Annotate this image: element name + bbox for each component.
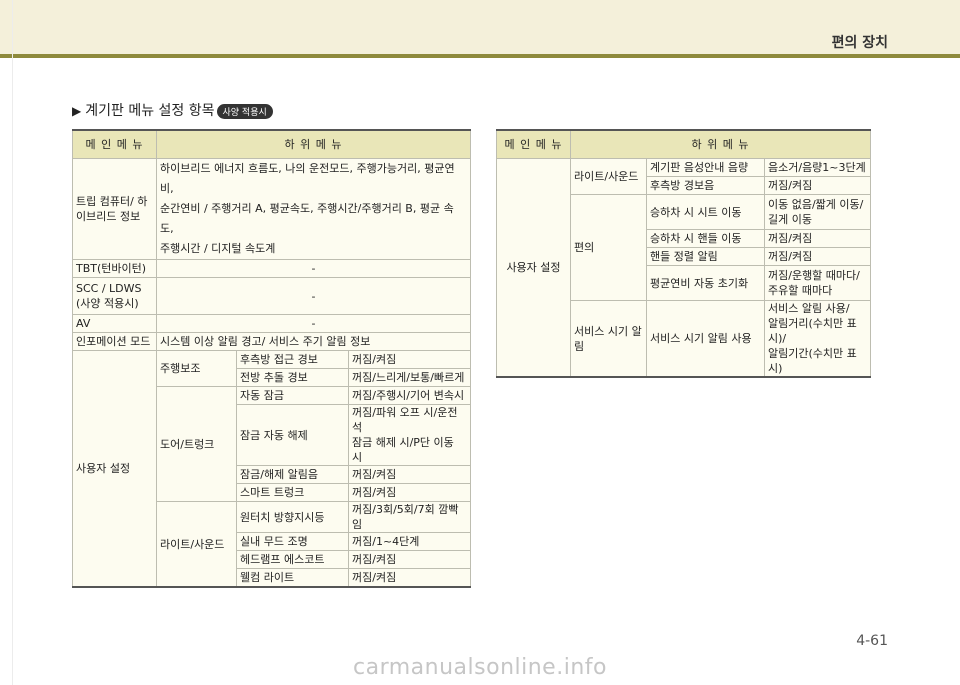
tbt-sub: -: [155, 259, 472, 278]
header-rule: [0, 54, 960, 58]
menu-table-right: 메 인 메 뉴 하 위 메 뉴 사용자 설정 라이트/사운드 계기판 음성안내 …: [496, 129, 872, 378]
col-main-menu: 메 인 메 뉴: [72, 129, 157, 159]
trip-sub-cell: 하이브리드 에너지 흐름도, 나의 운전모드, 주행가능거리, 평균연비, 순간…: [155, 158, 472, 260]
item-cell: 후측방 경보음: [646, 176, 765, 195]
group-light: 라이트/사운드: [570, 158, 647, 195]
group-convenience: 편의: [570, 194, 647, 301]
group-door: 도어/트렁크: [156, 386, 237, 502]
item-cell: 평균연비 자동 초기화: [646, 265, 765, 301]
col-sub-menu: 하 위 메 뉴: [569, 129, 872, 159]
value-line: 길게 이동: [768, 213, 812, 226]
value-line: 알림거리(수치만 표시)/: [768, 317, 857, 345]
value-line: 이동 없음/짧게 이동/: [768, 198, 864, 211]
value-cell: 꺼짐/켜짐: [347, 550, 472, 569]
value-cell: 서비스 알림 사용/ 알림거리(수치만 표시)/ 알림기간(수치만 표시): [763, 300, 872, 378]
item-cell: 잠금 자동 해제: [236, 404, 349, 466]
value-line: 꺼짐/파워 오프 시/운전석: [352, 406, 458, 434]
table-row: 사용자 설정 주행보조 후측방 접근 경보 꺼짐/켜짐: [72, 350, 472, 588]
main-menu-av: AV: [72, 314, 157, 333]
value-cell: 꺼짐/켜짐: [763, 229, 872, 248]
watermark: carmanualsonline.info: [353, 655, 607, 680]
table-row: AV -: [72, 314, 472, 333]
item-cell: 헤드램프 에스코트: [236, 550, 349, 569]
value-line: 알림기간(수치만 표시): [768, 347, 857, 375]
item-cell: 승하차 시 핸들 이동: [646, 229, 765, 248]
col-main-menu: 메 인 메 뉴: [496, 129, 571, 159]
item-cell: 실내 무드 조명: [236, 532, 349, 551]
group-driving: 주행보조: [156, 350, 237, 387]
item-cell: 웰컴 라이트: [236, 568, 349, 588]
item-cell: 전방 추돌 경보: [236, 368, 349, 387]
table-row: SCC / LDWS (사양 적용시) -: [72, 277, 472, 315]
value-line: 서비스 알림 사용/: [768, 302, 850, 315]
triangle-bullet-icon: ▶: [72, 104, 82, 118]
trip-line: 하이브리드 에너지 흐름도, 나의 운전모드, 주행가능거리, 평균연비,: [160, 162, 455, 195]
item-cell: 원터치 방향지시등: [236, 501, 349, 533]
section-title-text: 계기판 메뉴 설정 항목: [85, 103, 215, 119]
table-row: TBT(턴바이턴) -: [72, 259, 472, 278]
section-title: ▶ 계기판 메뉴 설정 항목 사양 적용시: [72, 100, 273, 120]
trip-line: 주행시간 / 디지털 속도계: [160, 242, 276, 255]
col-sub-menu: 하 위 메 뉴: [155, 129, 472, 159]
header-band: [0, 0, 960, 54]
value-cell: 꺼짐/파워 오프 시/운전석 잠금 해제 시/P단 이동 시: [347, 404, 472, 466]
table-row: 트립 컴퓨터/ 하이브리드 정보 하이브리드 에너지 흐름도, 나의 운전모드,…: [72, 158, 472, 260]
av-sub: -: [155, 314, 472, 333]
value-cell: 이동 없음/짧게 이동/ 길게 이동: [763, 194, 872, 230]
item-cell: 계기판 음성안내 음량: [646, 158, 765, 177]
main-menu-user: 사용자 설정: [496, 158, 571, 378]
value-cell: 꺼짐/운행할 때마다/ 주유할 때마다: [763, 265, 872, 301]
value-cell: 꺼짐/느리게/보통/빠르게: [347, 368, 472, 387]
item-cell: 자동 잠금: [236, 386, 349, 405]
value-cell: 꺼짐/켜짐: [763, 247, 872, 266]
item-cell: 승하차 시 시트 이동: [646, 194, 765, 230]
margin-guide: [12, 0, 13, 685]
option-badge: 사양 적용시: [216, 103, 273, 119]
main-menu-info: 인포메이션 모드: [72, 332, 157, 351]
value-cell: 꺼짐/켜짐: [347, 568, 472, 588]
group-light: 라이트/사운드: [156, 501, 237, 588]
value-cell: 꺼짐/3회/5회/7회 깜빡임: [347, 501, 472, 533]
main-menu-user: 사용자 설정: [72, 350, 157, 588]
value-line: 잠금 해제 시/P단 이동 시: [352, 436, 454, 464]
main-menu-tbt: TBT(턴바이턴): [72, 259, 157, 278]
item-cell: 스마트 트렁크: [236, 483, 349, 502]
item-cell: 서비스 시기 알림 사용: [646, 300, 765, 378]
menu-table-left: 메 인 메 뉴 하 위 메 뉴 트립 컴퓨터/ 하이브리드 정보 하이브리드 에…: [72, 129, 472, 588]
main-menu-trip: 트립 컴퓨터/ 하이브리드 정보: [72, 158, 157, 260]
value-cell: 꺼짐/켜짐: [347, 465, 472, 484]
value-cell: 꺼짐/주행시/기어 변속시: [347, 386, 472, 405]
table-row: 인포메이션 모드 시스템 이상 알림 경고/ 서비스 주기 알림 정보: [72, 332, 472, 351]
group-service: 서비스 시기 알림: [570, 300, 647, 378]
item-cell: 잠금/해제 알림음: [236, 465, 349, 484]
value-cell: 꺼짐/켜짐: [763, 176, 872, 195]
table-header-row: 메 인 메 뉴 하 위 메 뉴: [496, 129, 872, 159]
value-cell: 음소거/음량1~3단계: [763, 158, 872, 177]
chapter-title: 편의 장치: [831, 35, 888, 51]
table-header-row: 메 인 메 뉴 하 위 메 뉴: [72, 129, 472, 159]
item-cell: 후측방 접근 경보: [236, 350, 349, 369]
value-cell: 꺼짐/1~4단계: [347, 532, 472, 551]
value-cell: 꺼짐/켜짐: [347, 350, 472, 369]
scc-line: (사양 적용시): [76, 297, 139, 310]
value-line: 주유할 때마다: [768, 284, 833, 297]
item-cell: 핸들 정렬 알림: [646, 247, 765, 266]
page-number: 4-61: [856, 633, 888, 649]
scc-sub: -: [155, 277, 472, 315]
trip-line: 순간연비 / 주행거리 A, 평균속도, 주행시간/주행거리 B, 평균 속도,: [160, 202, 454, 235]
value-cell: 꺼짐/켜짐: [347, 483, 472, 502]
info-sub: 시스템 이상 알림 경고/ 서비스 주기 알림 정보: [155, 332, 472, 351]
scc-line: SCC / LDWS: [76, 282, 142, 295]
table-row: 사용자 설정 라이트/사운드 계기판 음성안내 음량 음소거/음량1~3단계: [496, 158, 872, 378]
main-menu-scc: SCC / LDWS (사양 적용시): [72, 277, 157, 315]
value-line: 꺼짐/운행할 때마다/: [768, 269, 860, 282]
